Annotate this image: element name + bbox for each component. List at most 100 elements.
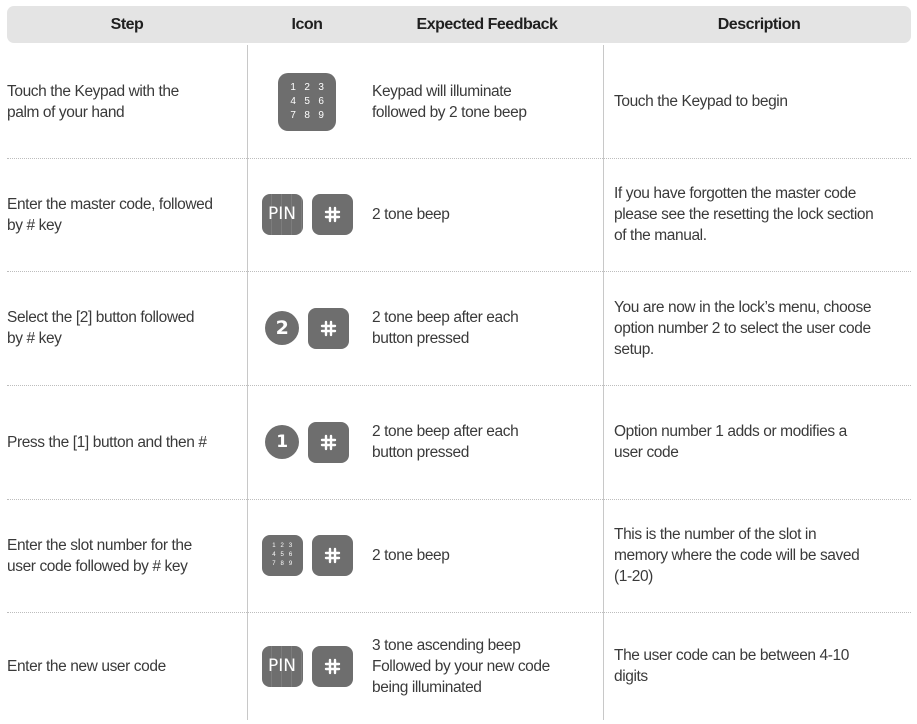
text-line: If you have forgotten the master code xyxy=(614,185,856,202)
text-line: by # key xyxy=(7,216,62,234)
text-line: Touch the Keypad with the xyxy=(7,82,179,100)
hash-key-icon xyxy=(308,307,349,349)
text-block: Touch the Keypad to begin xyxy=(614,91,788,112)
feedback-cell: Keypad will illuminate followed by 2 tone… xyxy=(372,45,597,158)
keypad-digit: 9 xyxy=(288,561,292,567)
hash-key-icon xyxy=(311,645,353,687)
text-line: (1-20) xyxy=(614,568,653,585)
keypad-digit: 9 xyxy=(318,110,324,121)
text-line: Keypad will illuminate xyxy=(372,82,512,100)
text-block: Keypad will illuminate followed by 2 tone… xyxy=(372,81,527,123)
text-line: button pressed xyxy=(372,330,469,347)
text-line: memory where the code will be saved xyxy=(614,547,860,564)
text-line: setup. xyxy=(614,340,654,358)
text-block: You are now in the lock’s menu, choose op… xyxy=(614,297,871,360)
hash-key-icon xyxy=(308,421,349,463)
header-expected-feedback: Expected Feedback xyxy=(416,16,558,33)
text-line: Enter the slot number for the xyxy=(7,536,192,554)
keypad-digit: 7 xyxy=(290,110,296,121)
text-block: 2 tone beep xyxy=(372,545,450,566)
icon-cell: 1 xyxy=(247,385,367,499)
text-line: button pressed xyxy=(372,444,469,461)
text-block: 2 tone beep after each button pressed xyxy=(372,421,519,463)
text-line: 2 tone beep xyxy=(372,547,450,564)
text-line: palm of your hand xyxy=(7,103,125,121)
text-line: followed by 2 tone beep xyxy=(372,103,527,121)
text-block: Enter the slot number for the user code f… xyxy=(7,535,192,577)
keypad-digit: 4 xyxy=(272,552,276,558)
text-line: please see the resetting the lock sectio… xyxy=(614,206,874,223)
text-block: Option number 1 adds or modifies a user c… xyxy=(614,421,847,463)
description-cell: The user code can be between 4-10 digits xyxy=(614,612,914,720)
text-line: This is the number of the slot in xyxy=(614,526,817,543)
icon-cell: 2 xyxy=(247,271,367,385)
hash-key-icon xyxy=(311,194,353,235)
text-line: Select the [2] button followed xyxy=(7,309,195,326)
text-line: user code followed by # key xyxy=(7,557,188,575)
icon-cell: PIN xyxy=(247,158,367,271)
text-line: Touch the Keypad to begin xyxy=(614,93,788,110)
description-cell: Touch the Keypad to begin xyxy=(614,45,914,158)
header-icon: Icon xyxy=(291,16,323,33)
step-cell: Press the [1] button and then # xyxy=(7,385,239,499)
icon-cell: PIN xyxy=(247,612,367,720)
pin-icon: PIN xyxy=(261,194,303,235)
text-line: 2 tone beep after each xyxy=(372,423,519,440)
text-block: 3 tone ascending beep Followed by your ne… xyxy=(372,635,550,698)
table-row: Enter the new user code PIN 3 tone ascendi… xyxy=(7,612,911,720)
hash-key-icon xyxy=(311,535,353,576)
icon-cell: 123 456 789 xyxy=(247,499,367,612)
feedback-cell: 2 tone beep xyxy=(372,499,597,612)
number-1-icon: 1 xyxy=(265,425,299,459)
keypad-digit: 2 xyxy=(304,82,310,93)
text-block: If you have forgotten the master code ple… xyxy=(614,183,874,246)
text-line: 3 tone ascending beep xyxy=(372,636,521,654)
step-cell: Enter the master code, followed by # key xyxy=(7,158,239,271)
text-line: Press the [1] button and then # xyxy=(7,433,207,451)
text-line: user code xyxy=(614,444,679,461)
text-line: of the manual. xyxy=(614,227,707,244)
header-step: Step xyxy=(110,16,144,33)
keypad-icon: 123 456 789 xyxy=(261,535,303,576)
table-row: Enter the slot number for the user code f… xyxy=(7,499,911,612)
keypad-digit: 3 xyxy=(318,82,324,93)
keypad-digit: 1 xyxy=(290,82,296,93)
text-line: digits xyxy=(614,668,648,685)
step-cell: Enter the new user code xyxy=(7,612,239,720)
text-line: 2 tone beep xyxy=(372,206,450,223)
text-block: Enter the master code, followed by # key xyxy=(7,194,213,236)
text-block: Touch the Keypad with the palm of your ha… xyxy=(7,81,179,123)
keypad-digit: 4 xyxy=(290,96,296,107)
text-block: Enter the new user code xyxy=(7,656,166,677)
text-line: Followed by your new code xyxy=(372,657,550,675)
header-description: Description xyxy=(717,16,801,33)
text-line: Enter the new user code xyxy=(7,657,166,675)
keypad-digit: 6 xyxy=(288,552,292,558)
text-line: being illuminated xyxy=(372,678,482,696)
table-row: Select the [2] button followed by # key 2 2… xyxy=(7,271,911,385)
table-row: Enter the master code, followed by # key P… xyxy=(7,158,911,271)
text-block: Select the [2] button followed by # key xyxy=(7,307,194,349)
keypad-digit: 5 xyxy=(304,96,310,107)
text-line: Enter the master code, followed xyxy=(7,195,213,213)
step-cell: Touch the Keypad with the palm of your ha… xyxy=(7,45,239,158)
text-block: 2 tone beep after each button pressed xyxy=(372,307,519,349)
text-line: 2 tone beep after each xyxy=(372,309,519,326)
keypad-digit: 8 xyxy=(304,110,310,121)
description-cell: You are now in the lock’s menu, choose op… xyxy=(614,271,914,385)
feedback-cell: 3 tone ascending beep Followed by your ne… xyxy=(372,612,597,720)
description-cell: Option number 1 adds or modifies a user c… xyxy=(614,385,914,499)
text-block: Press the [1] button and then # xyxy=(7,432,207,453)
number-2-icon: 2 xyxy=(265,311,299,345)
text-line: by # key xyxy=(7,330,62,347)
keypad-digit: 2 xyxy=(280,543,284,549)
keypad-digit: 7 xyxy=(272,561,276,567)
feedback-cell: 2 tone beep xyxy=(372,158,597,271)
text-line: You are now in the lock’s menu, choose xyxy=(614,298,872,316)
keypad-digit: 1 xyxy=(272,543,276,549)
keypad-icon: 123 456 789 xyxy=(278,72,336,131)
table-header: Step Icon Expected Feedback Description xyxy=(7,6,911,43)
keypad-digit: 8 xyxy=(280,561,284,567)
feedback-cell: 2 tone beep after each button pressed xyxy=(372,385,597,499)
icon-cell: 123 456 789 xyxy=(247,45,367,158)
